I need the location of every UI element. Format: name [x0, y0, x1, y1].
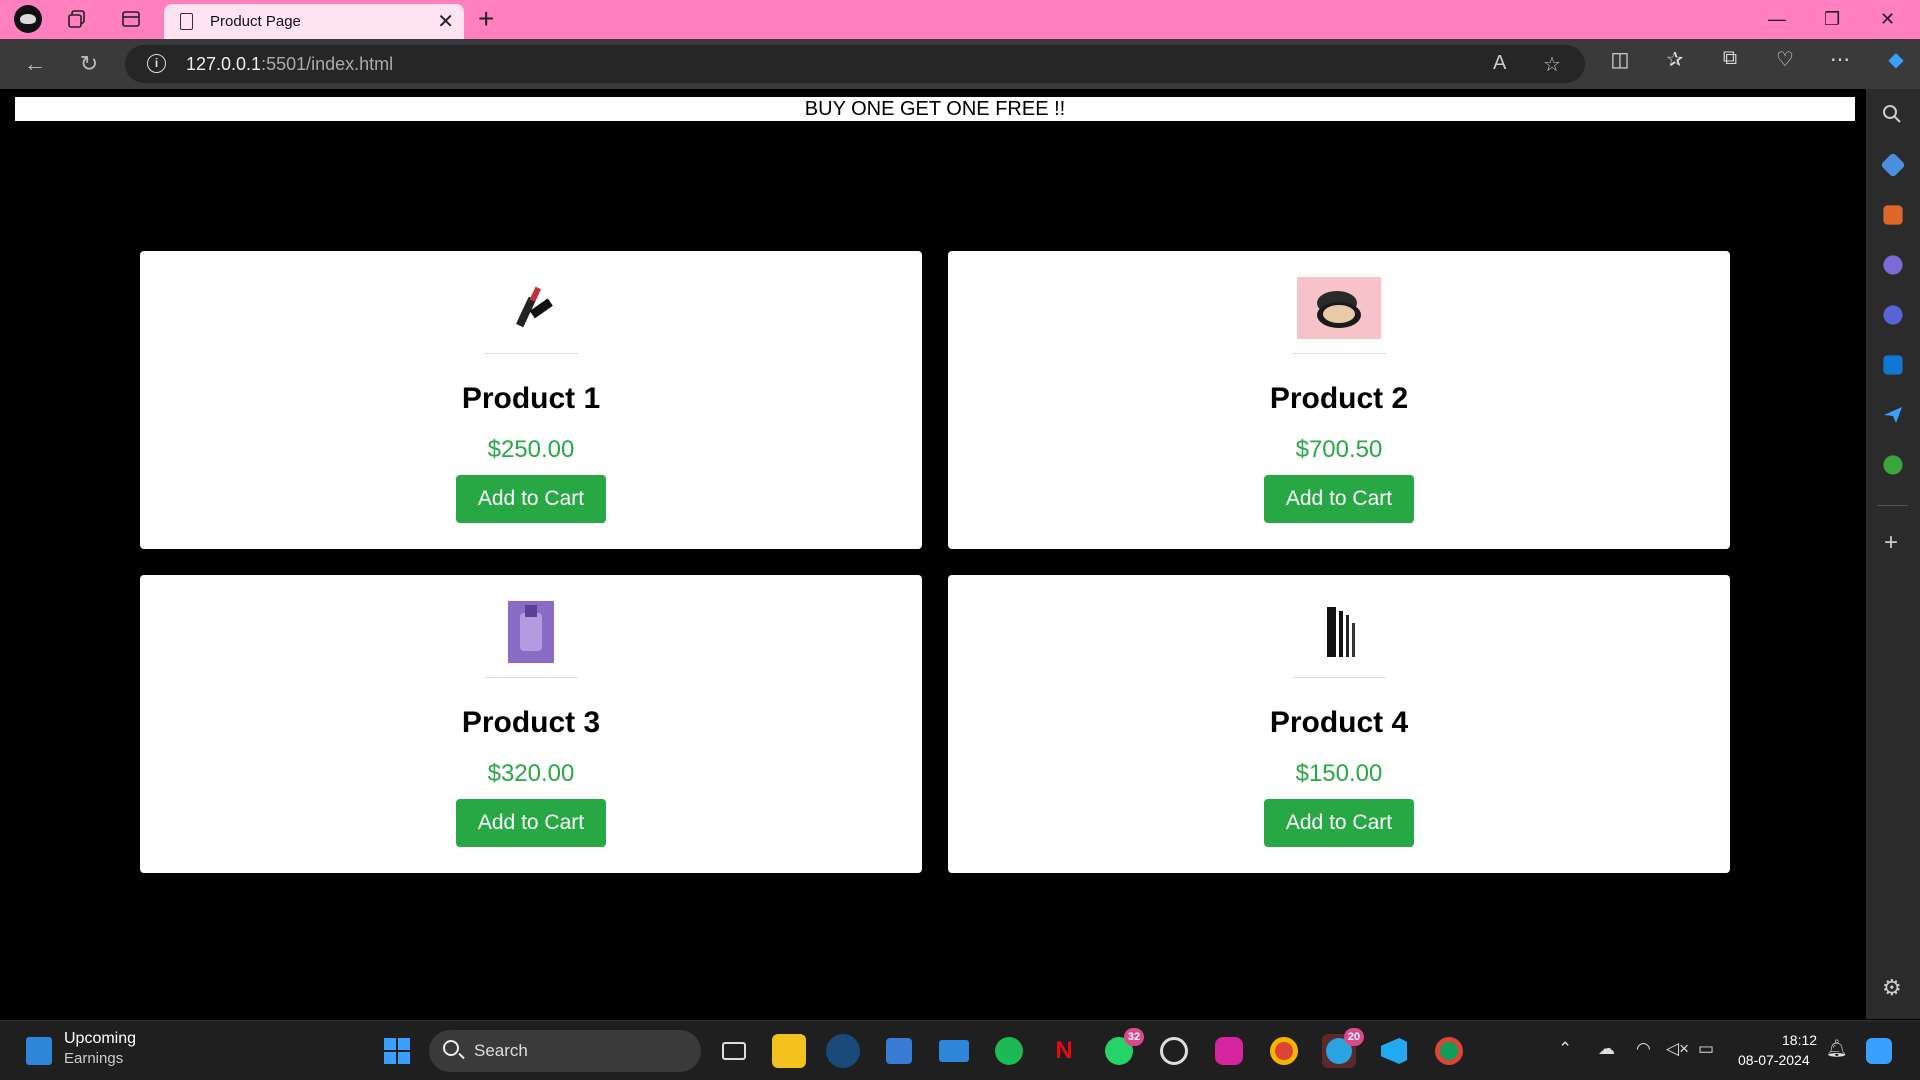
sidebar-settings-icon[interactable]: ⚙ [1882, 975, 1902, 1001]
telegram-icon[interactable]: 20 [1322, 1028, 1364, 1068]
url-path: :5501/index.html [261, 54, 394, 74]
favorite-star-icon[interactable]: ☆ [1543, 52, 1561, 77]
add-to-cart-button[interactable]: Add to Cart [1264, 799, 1414, 847]
divider [1292, 677, 1386, 678]
minimize-icon[interactable]: — [1768, 4, 1786, 34]
back-icon[interactable]: ← [18, 47, 52, 81]
browser-toolbar: ← ↻ i 127.0.0.1:5501/index.html A ☆ ◫ ✰ … [0, 39, 1920, 89]
page-icon [180, 13, 193, 30]
widget-subtitle[interactable]: Earnings [64, 1050, 123, 1067]
divider [484, 353, 578, 354]
workspaces-icon[interactable] [64, 6, 90, 32]
address-bar[interactable]: i 127.0.0.1:5501/index.html A ☆ [125, 45, 1585, 83]
microsoft-store-icon[interactable] [882, 1034, 916, 1068]
instagram-icon[interactable] [1212, 1034, 1246, 1068]
whatsapp-icon[interactable]: 32 [1102, 1028, 1144, 1068]
show-hidden-icons[interactable]: ⌃ [1558, 1039, 1572, 1059]
telegram-badge: 20 [1344, 1028, 1364, 1046]
eyeliner-image [1297, 601, 1381, 663]
sidebar-add-icon[interactable]: + [1884, 529, 1898, 557]
profile-avatar-icon[interactable] [14, 5, 42, 33]
sidebar-outlook-icon[interactable] [1883, 355, 1903, 375]
product-name: Product 3 [461, 706, 601, 739]
clock-app-icon[interactable] [1157, 1034, 1191, 1068]
product-name: Product 4 [1269, 706, 1409, 739]
sidebar-games-icon[interactable] [1883, 255, 1903, 275]
page-viewport: BUY ONE GET ONE FREE !! Product 1 $250.0… [5, 89, 1865, 1017]
chrome-icon[interactable] [1432, 1034, 1466, 1068]
product-card: Product 2 $700.50 Add to Cart [948, 251, 1730, 549]
sidebar-search-icon[interactable] [1881, 103, 1905, 127]
copilot-taskbar-icon[interactable] [1862, 1034, 1896, 1068]
close-tab-icon[interactable]: ✕ [437, 9, 454, 34]
edge-browser-icon[interactable] [826, 1034, 860, 1068]
browser-essentials-icon[interactable]: ♡ [1769, 47, 1801, 72]
browser-titlebar: Product Page ✕ + — ❐ ✕ [0, 0, 1920, 39]
sidebar-divider [1878, 505, 1908, 506]
wifi-icon[interactable]: ◠ [1636, 1039, 1651, 1059]
product-price: $700.50 [1295, 436, 1383, 463]
url-host: 127.0.0.1 [186, 54, 262, 74]
onedrive-icon[interactable]: ☁ [1598, 1039, 1615, 1059]
edge-sidebar: + ⚙ [1866, 89, 1920, 1019]
lipstick-image [489, 277, 573, 339]
product-price: $250.00 [487, 436, 575, 463]
chrome-profile-icon[interactable] [1267, 1034, 1301, 1068]
battery-icon[interactable]: ▭ [1698, 1039, 1714, 1059]
product-name: Product 1 [461, 382, 601, 415]
sidebar-tree-icon[interactable] [1883, 455, 1903, 475]
vscode-icon[interactable] [1377, 1034, 1411, 1068]
divider [484, 677, 578, 678]
windows-taskbar: Upcoming Earnings Search N 32 20 ⌃ ☁ ◠ ◁… [0, 1020, 1920, 1080]
site-info-icon[interactable]: i [147, 54, 166, 73]
sidebar-send-icon[interactable] [1881, 403, 1905, 427]
start-menu-icon[interactable] [380, 1034, 414, 1068]
restore-icon[interactable]: ❐ [1824, 4, 1840, 34]
sidebar-shopping-icon[interactable] [1880, 152, 1906, 178]
product-card: Product 3 $320.00 Add to Cart [140, 575, 922, 873]
widget-title[interactable]: Upcoming [64, 1030, 136, 1048]
active-tab[interactable]: Product Page ✕ [164, 4, 464, 39]
more-menu-icon[interactable]: ⋯ [1824, 47, 1856, 72]
mail-icon[interactable] [937, 1034, 971, 1068]
netflix-icon[interactable]: N [1047, 1034, 1081, 1068]
url-text[interactable]: 127.0.0.1:5501/index.html [186, 54, 393, 75]
taskbar-search[interactable]: Search [429, 1030, 701, 1072]
widgets-icon[interactable] [26, 1037, 52, 1065]
product-card: Product 4 $150.00 Add to Cart [948, 575, 1730, 873]
clock-date[interactable]: 08-07-2024 [1738, 1052, 1810, 1068]
tab-title: Product Page [210, 13, 301, 30]
file-explorer-icon[interactable] [772, 1034, 806, 1068]
product-price: $150.00 [1295, 760, 1383, 787]
nail-polish-image [489, 601, 573, 663]
promo-banner: BUY ONE GET ONE FREE !! [15, 97, 1855, 121]
collections-icon[interactable]: ⧉ [1714, 47, 1746, 70]
refresh-icon[interactable]: ↻ [72, 47, 106, 81]
new-tab-icon[interactable]: + [478, 3, 494, 35]
product-name: Product 2 [1269, 382, 1409, 415]
product-price: $320.00 [487, 760, 575, 787]
compact-powder-image [1297, 277, 1381, 339]
search-label: Search [474, 1041, 528, 1060]
spotify-icon[interactable] [992, 1034, 1026, 1068]
read-aloud-icon[interactable]: A [1493, 52, 1506, 75]
sidebar-tools-icon[interactable] [1883, 205, 1903, 225]
copilot-icon[interactable]: ◆ [1880, 47, 1912, 72]
clock-time[interactable]: 18:12 [1782, 1032, 1817, 1048]
add-to-cart-button[interactable]: Add to Cart [1264, 475, 1414, 523]
vertical-tabs-icon[interactable] [118, 6, 144, 32]
sidebar-copilot-icon[interactable] [1883, 305, 1903, 325]
whatsapp-badge: 32 [1124, 1028, 1144, 1046]
add-to-cart-button[interactable]: Add to Cart [456, 799, 606, 847]
task-view-icon[interactable] [717, 1034, 751, 1068]
close-window-icon[interactable]: ✕ [1880, 4, 1895, 34]
add-to-cart-button[interactable]: Add to Cart [456, 475, 606, 523]
volume-muted-icon[interactable]: ◁× [1666, 1039, 1689, 1059]
divider [1292, 353, 1386, 354]
notification-bell-icon[interactable]: 🔔︎ [1826, 1039, 1848, 1059]
search-icon [443, 1040, 459, 1056]
product-card: Product 1 $250.00 Add to Cart [140, 251, 922, 549]
split-screen-icon[interactable]: ◫ [1604, 47, 1636, 72]
favorites-icon[interactable]: ✰ [1659, 47, 1691, 72]
